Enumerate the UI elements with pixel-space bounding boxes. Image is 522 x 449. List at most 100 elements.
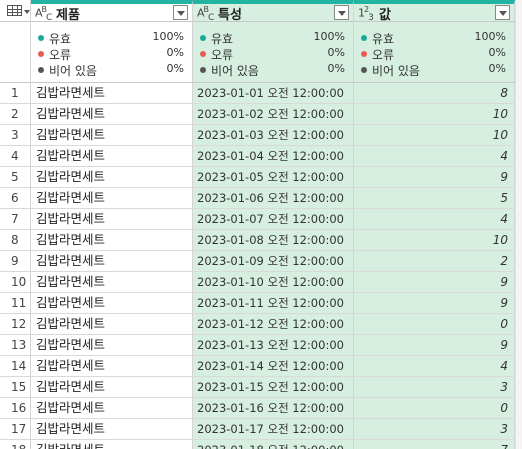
cell-product[interactable]: 김밥라면세트 xyxy=(31,335,193,356)
table-row[interactable]: 16 김밥라면세트 2023-01-16 오전 12:00:00 0 xyxy=(0,398,515,419)
row-number[interactable]: 6 xyxy=(0,188,31,209)
row-number[interactable]: 13 xyxy=(0,335,31,356)
row-number[interactable]: 10 xyxy=(0,272,31,293)
row-number[interactable]: 1 xyxy=(0,83,31,104)
cell-attribute[interactable]: 2023-01-10 오전 12:00:00 xyxy=(193,272,354,293)
cell-value[interactable]: 10 xyxy=(354,125,515,146)
column-header-attribute[interactable]: ABC 특성 xyxy=(193,0,354,23)
cell-product[interactable]: 김밥라면세트 xyxy=(31,188,193,209)
table-row[interactable]: 18김밥라면세트2023-01-18 오전 12:00:007 xyxy=(0,440,515,449)
table-row[interactable]: 7 김밥라면세트 2023-01-07 오전 12:00:00 4 xyxy=(0,209,515,230)
table-row[interactable]: 14 김밥라면세트 2023-01-14 오전 12:00:00 4 xyxy=(0,356,515,377)
cell-product[interactable]: 김밥라면세트 xyxy=(31,293,193,314)
cell-product[interactable]: 김밥라면세트 xyxy=(31,440,193,449)
row-number[interactable]: 17 xyxy=(0,419,31,440)
cell-attribute[interactable]: 2023-01-13 오전 12:00:00 xyxy=(193,335,354,356)
cell-value[interactable]: 4 xyxy=(354,209,515,230)
cell-attribute[interactable]: 2023-01-14 오전 12:00:00 xyxy=(193,356,354,377)
cell-value[interactable]: 9 xyxy=(354,293,515,314)
cell-attribute[interactable]: 2023-01-16 오전 12:00:00 xyxy=(193,398,354,419)
cell-product[interactable]: 김밥라면세트 xyxy=(31,398,193,419)
cell-attribute[interactable]: 2023-01-05 오전 12:00:00 xyxy=(193,167,354,188)
cell-product[interactable]: 김밥라면세트 xyxy=(31,167,193,188)
cell-attribute[interactable]: 2023-01-04 오전 12:00:00 xyxy=(193,146,354,167)
column-header-value[interactable]: 123 값 xyxy=(354,0,515,23)
filter-dropdown-button[interactable] xyxy=(495,5,510,20)
table-row[interactable]: 9 김밥라면세트 2023-01-09 오전 12:00:00 2 xyxy=(0,251,515,272)
table-row[interactable]: 5 김밥라면세트 2023-01-05 오전 12:00:00 9 xyxy=(0,167,515,188)
cell-product[interactable]: 김밥라면세트 xyxy=(31,230,193,251)
cell-value[interactable]: 0 xyxy=(354,314,515,335)
cell-value[interactable]: 5 xyxy=(354,188,515,209)
cell-value[interactable]: 10 xyxy=(354,104,515,125)
cell-attribute[interactable]: 2023-01-02 오전 12:00:00 xyxy=(193,104,354,125)
cell-product[interactable]: 김밥라면세트 xyxy=(31,377,193,398)
table-menu-button[interactable] xyxy=(0,0,31,22)
row-number[interactable]: 3 xyxy=(0,125,31,146)
row-number[interactable]: 2 xyxy=(0,104,31,125)
cell-product[interactable]: 김밥라면세트 xyxy=(31,104,193,125)
cell-product[interactable]: 김밥라면세트 xyxy=(31,125,193,146)
filter-dropdown-button[interactable] xyxy=(334,5,349,20)
column-header-product[interactable]: ABC 제품 xyxy=(31,0,193,23)
table-row[interactable]: 8 김밥라면세트 2023-01-08 오전 12:00:00 10 xyxy=(0,230,515,251)
cell-value[interactable]: 7 xyxy=(354,440,515,449)
table-row[interactable]: 2 김밥라면세트 2023-01-02 오전 12:00:00 10 xyxy=(0,104,515,125)
row-number[interactable]: 11 xyxy=(0,293,31,314)
table-row[interactable]: 12 김밥라면세트 2023-01-12 오전 12:00:00 0 xyxy=(0,314,515,335)
cell-attribute[interactable]: 2023-01-15 오전 12:00:00 xyxy=(193,377,354,398)
table-row[interactable]: 10 김밥라면세트 2023-01-10 오전 12:00:00 9 xyxy=(0,272,515,293)
cell-attribute[interactable]: 2023-01-11 오전 12:00:00 xyxy=(193,293,354,314)
cell-product[interactable]: 김밥라면세트 xyxy=(31,356,193,377)
row-number[interactable]: 8 xyxy=(0,230,31,251)
cell-product[interactable]: 김밥라면세트 xyxy=(31,209,193,230)
table-row[interactable]: 11 김밥라면세트 2023-01-11 오전 12:00:00 9 xyxy=(0,293,515,314)
cell-product[interactable]: 김밥라면세트 xyxy=(31,419,193,440)
cell-product[interactable]: 김밥라면세트 xyxy=(31,146,193,167)
cell-value[interactable]: 4 xyxy=(354,356,515,377)
cell-attribute[interactable]: 2023-01-08 오전 12:00:00 xyxy=(193,230,354,251)
row-number[interactable]: 18 xyxy=(0,440,31,449)
cell-product[interactable]: 김밥라면세트 xyxy=(31,272,193,293)
cell-value[interactable]: 8 xyxy=(354,83,515,104)
cell-attribute[interactable]: 2023-01-07 오전 12:00:00 xyxy=(193,209,354,230)
table-row[interactable]: 4 김밥라면세트 2023-01-04 오전 12:00:00 4 xyxy=(0,146,515,167)
table-row[interactable]: 3 김밥라면세트 2023-01-03 오전 12:00:00 10 xyxy=(0,125,515,146)
cell-value[interactable]: 9 xyxy=(354,272,515,293)
table-row[interactable]: 6 김밥라면세트 2023-01-06 오전 12:00:00 5 xyxy=(0,188,515,209)
row-number[interactable]: 12 xyxy=(0,314,31,335)
cell-product[interactable]: 김밥라면세트 xyxy=(31,251,193,272)
vertical-scrollbar[interactable] xyxy=(515,0,522,449)
table-row[interactable]: 15 김밥라면세트 2023-01-15 오전 12:00:00 3 xyxy=(0,377,515,398)
cell-attribute[interactable]: 2023-01-12 오전 12:00:00 xyxy=(193,314,354,335)
cell-product[interactable]: 김밥라면세트 xyxy=(31,83,193,104)
cell-attribute[interactable]: 2023-01-18 오전 12:00:00 xyxy=(193,440,354,449)
cell-product[interactable]: 김밥라면세트 xyxy=(31,314,193,335)
text-type-icon[interactable]: ABC xyxy=(35,5,52,23)
cell-attribute[interactable]: 2023-01-09 오전 12:00:00 xyxy=(193,251,354,272)
row-number[interactable]: 9 xyxy=(0,251,31,272)
cell-value[interactable]: 3 xyxy=(354,419,515,440)
row-number[interactable]: 14 xyxy=(0,356,31,377)
row-number[interactable]: 16 xyxy=(0,398,31,419)
row-number[interactable]: 7 xyxy=(0,209,31,230)
cell-attribute[interactable]: 2023-01-17 오전 12:00:00 xyxy=(193,419,354,440)
text-type-icon[interactable]: ABC xyxy=(197,5,214,23)
cell-value[interactable]: 2 xyxy=(354,251,515,272)
cell-value[interactable]: 9 xyxy=(354,167,515,188)
cell-value[interactable]: 9 xyxy=(354,335,515,356)
cell-value[interactable]: 10 xyxy=(354,230,515,251)
cell-value[interactable]: 0 xyxy=(354,398,515,419)
number-type-icon[interactable]: 123 xyxy=(358,5,374,23)
cell-attribute[interactable]: 2023-01-01 오전 12:00:00 xyxy=(193,83,354,104)
table-row[interactable]: 13 김밥라면세트 2023-01-13 오전 12:00:00 9 xyxy=(0,335,515,356)
filter-dropdown-button[interactable] xyxy=(173,5,188,20)
table-row[interactable]: 17 김밥라면세트 2023-01-17 오전 12:00:00 3 xyxy=(0,419,515,440)
cell-attribute[interactable]: 2023-01-06 오전 12:00:00 xyxy=(193,188,354,209)
cell-value[interactable]: 4 xyxy=(354,146,515,167)
cell-value[interactable]: 3 xyxy=(354,377,515,398)
table-row[interactable]: 1 김밥라면세트 2023-01-01 오전 12:00:00 8 xyxy=(0,83,515,104)
row-number[interactable]: 5 xyxy=(0,167,31,188)
row-number[interactable]: 15 xyxy=(0,377,31,398)
row-number[interactable]: 4 xyxy=(0,146,31,167)
